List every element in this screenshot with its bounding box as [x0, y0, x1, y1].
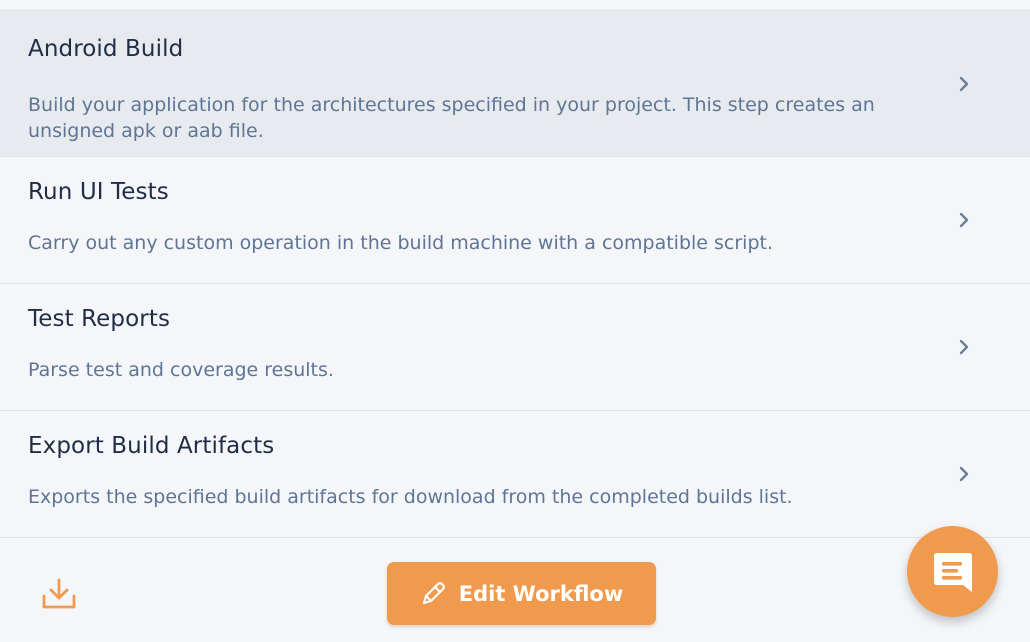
chevron-right-icon[interactable]	[955, 338, 973, 356]
step-run-ui-tests[interactable]: Run UI Tests Carry out any custom operat…	[0, 157, 1030, 284]
step-export-build-artifacts[interactable]: Export Build Artifacts Exports the speci…	[0, 411, 1030, 538]
download-icon[interactable]	[40, 578, 78, 610]
step-description: Parse test and coverage results.	[28, 359, 334, 381]
step-android-build[interactable]: Android Build Build your application for…	[0, 11, 1030, 157]
footer-toolbar: Edit Workflow	[0, 538, 1030, 642]
edit-workflow-label: Edit Workflow	[458, 581, 624, 606]
chevron-right-icon[interactable]	[955, 211, 973, 229]
chat-button[interactable]	[907, 526, 998, 617]
step-title: Run UI Tests	[28, 179, 169, 205]
step-test-reports[interactable]: Test Reports Parse test and coverage res…	[0, 284, 1030, 411]
step-title: Export Build Artifacts	[28, 433, 275, 459]
chat-icon	[933, 552, 972, 592]
step-description: Exports the specified build artifacts fo…	[28, 486, 793, 508]
workflow-steps-panel: Android Build Build your application for…	[0, 0, 1030, 642]
edit-workflow-button[interactable]: Edit Workflow	[387, 562, 656, 625]
pencil-icon	[422, 581, 445, 604]
top-divider-strip	[0, 0, 1030, 11]
chevron-right-icon[interactable]	[955, 75, 973, 93]
step-title: Android Build	[28, 36, 184, 62]
step-title: Test Reports	[28, 306, 171, 332]
chevron-right-icon[interactable]	[955, 465, 973, 483]
step-description: Build your application for the architect…	[28, 94, 875, 142]
step-description: Carry out any custom operation in the bu…	[28, 232, 774, 254]
